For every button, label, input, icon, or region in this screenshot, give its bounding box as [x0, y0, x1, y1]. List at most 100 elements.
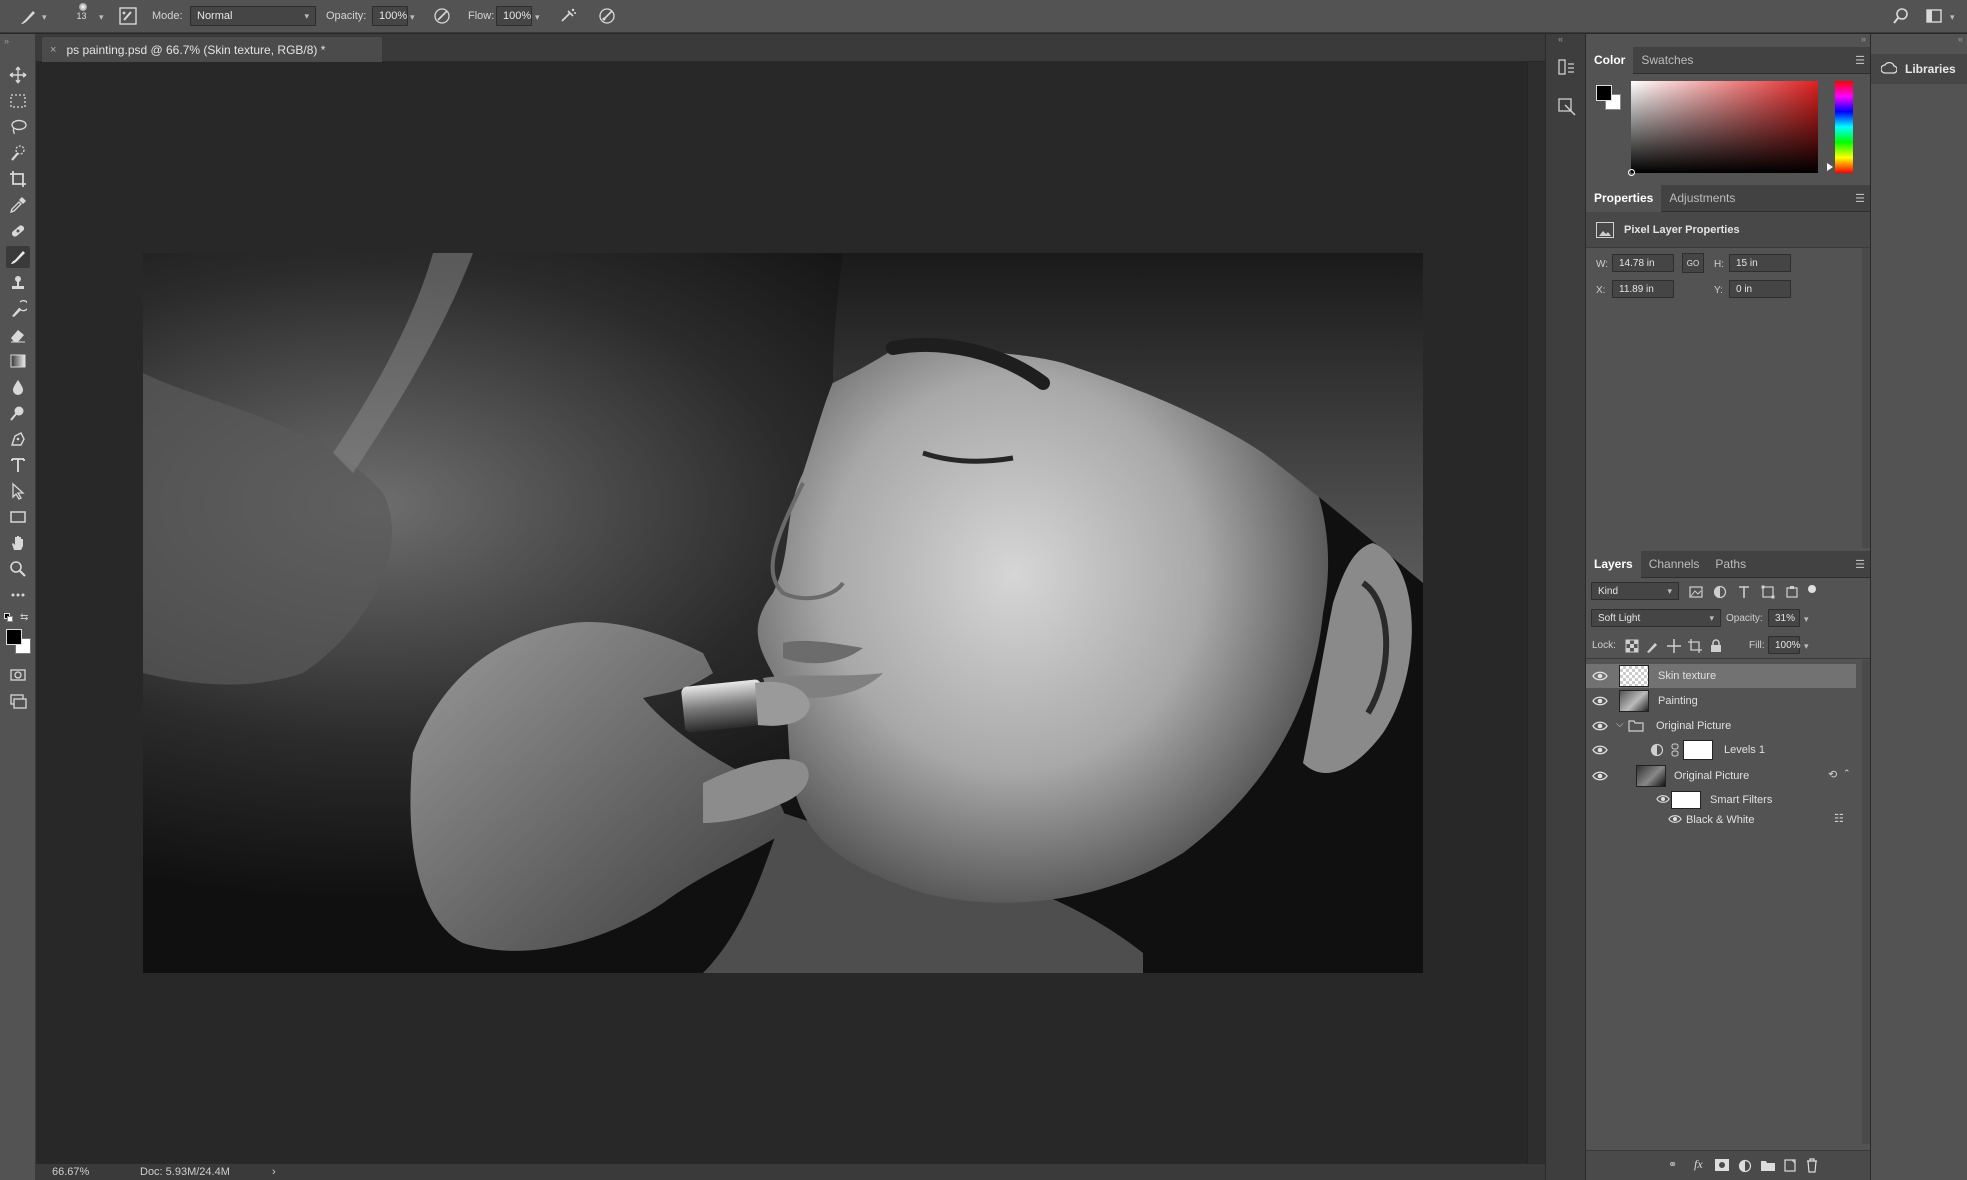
layer-row-painting[interactable]: Painting [1586, 689, 1856, 713]
panel-menu-icon[interactable]: ☰ [1855, 54, 1865, 67]
filter-pixel-icon[interactable] [1689, 585, 1703, 599]
new-layer-icon[interactable] [1783, 1158, 1797, 1175]
layers-scrollbar[interactable] [1862, 660, 1870, 1144]
tab-paths[interactable]: Paths [1707, 551, 1754, 578]
link-dimensions-button[interactable]: GO [1682, 253, 1704, 273]
properties-scrollbar[interactable] [1862, 248, 1870, 548]
close-tab-icon[interactable]: × [50, 44, 56, 56]
foreground-color-chip[interactable] [1596, 85, 1612, 101]
layer-mask-thumbnail[interactable] [1683, 740, 1713, 760]
link-layers-icon[interactable]: ⚭ [1668, 1158, 1677, 1171]
panel-menu-icon[interactable]: ☰ [1855, 192, 1865, 205]
brush-settings-panel-icon[interactable] [118, 6, 138, 26]
collapse-libraries-icon[interactable]: « [1958, 34, 1963, 44]
actions-panel-icon[interactable] [1556, 96, 1578, 118]
collapse-toolbar-icon[interactable]: » [4, 36, 9, 46]
pressure-size-icon[interactable] [597, 6, 617, 26]
quick-mask-icon[interactable] [6, 664, 30, 686]
layer-opacity-dropdown-icon[interactable]: ▾ [1804, 614, 1809, 625]
quick-selection-tool-icon[interactable] [6, 142, 30, 164]
color-field[interactable] [1628, 81, 1818, 176]
blend-mode-select[interactable]: Soft Light ▾ [1591, 609, 1721, 627]
fill-dropdown-icon[interactable]: ▾ [1804, 641, 1809, 652]
zoom-level[interactable]: 66.67% [52, 1166, 89, 1178]
airbrush-icon[interactable] [558, 6, 578, 26]
visibility-eye-icon[interactable] [1656, 792, 1672, 808]
mask-link-icon[interactable] [1671, 743, 1679, 760]
tab-channels[interactable]: Channels [1641, 551, 1708, 578]
lock-image-pixels-icon[interactable] [1646, 639, 1660, 653]
filter-shape-icon[interactable] [1761, 585, 1775, 599]
panel-menu-icon[interactable]: ☰ [1855, 558, 1865, 571]
y-input[interactable]: 0 in [1729, 280, 1791, 298]
type-tool-icon[interactable] [6, 454, 30, 476]
add-mask-icon[interactable] [1715, 1159, 1729, 1171]
filter-blending-options-icon[interactable]: ☷ [1834, 812, 1844, 825]
color-picker-cursor[interactable] [1628, 169, 1635, 176]
workspace-switcher-icon[interactable] [1926, 8, 1944, 24]
collapse-dock-icon[interactable]: » [1861, 34, 1866, 44]
document-tab[interactable]: × ps painting.psd @ 66.7% (Skin texture,… [42, 37, 382, 62]
tab-swatches[interactable]: Swatches [1633, 47, 1701, 74]
layer-opacity-input[interactable]: 31% [1768, 609, 1800, 627]
brush-size-picker[interactable]: 13 [76, 3, 87, 21]
lock-transparent-pixels-icon[interactable] [1625, 639, 1639, 653]
layer-row-skin-texture[interactable]: Skin texture [1586, 664, 1856, 688]
tab-adjustments[interactable]: Adjustments [1661, 185, 1743, 212]
opacity-input[interactable]: 100% [372, 6, 408, 26]
screen-mode-icon[interactable] [6, 690, 30, 712]
pressure-opacity-icon[interactable] [432, 6, 452, 26]
visibility-eye-icon[interactable] [1668, 812, 1684, 828]
new-adjustment-layer-icon[interactable] [1738, 1159, 1752, 1176]
dodge-tool-icon[interactable] [6, 402, 30, 424]
width-input[interactable]: 14.78 in [1612, 254, 1674, 272]
history-panel-icon[interactable] [1556, 56, 1578, 78]
eyedropper-tool-icon[interactable] [6, 194, 30, 216]
layer-row-original-picture-group[interactable]: ⌵ Original Picture [1586, 714, 1856, 738]
eraser-tool-icon[interactable] [6, 324, 30, 346]
brush-tool-icon[interactable] [6, 246, 30, 268]
height-input[interactable]: 15 in [1729, 254, 1791, 272]
swap-colors-icon[interactable]: ⇆ [20, 612, 28, 623]
healing-brush-tool-icon[interactable] [6, 220, 30, 242]
layer-filter-select[interactable]: Kind ▾ [1591, 582, 1679, 600]
filter-type-icon[interactable] [1737, 585, 1751, 599]
gradient-tool-icon[interactable] [6, 350, 30, 372]
hue-slider-handle-icon[interactable] [1827, 163, 1833, 171]
lock-position-icon[interactable] [1667, 639, 1681, 653]
new-group-icon[interactable] [1760, 1159, 1776, 1175]
collapse-effects-icon[interactable]: ⌃ [1843, 768, 1851, 779]
move-tool-icon[interactable] [6, 64, 30, 86]
crop-tool-icon[interactable] [6, 168, 30, 190]
visibility-eye-icon[interactable] [1592, 742, 1608, 758]
lock-artboard-icon[interactable] [1688, 639, 1702, 653]
lock-all-icon[interactable] [1709, 639, 1723, 653]
delete-layer-icon[interactable] [1805, 1158, 1819, 1176]
more-tools-icon[interactable] [6, 584, 30, 606]
x-input[interactable]: 11.89 in [1612, 280, 1674, 298]
tab-properties[interactable]: Properties [1586, 184, 1662, 212]
vertical-scrollbar[interactable] [1527, 62, 1545, 1163]
marquee-tool-icon[interactable] [6, 90, 30, 112]
fill-input[interactable]: 100% [1768, 636, 1801, 654]
flow-dropdown-icon[interactable]: ▾ [535, 12, 540, 23]
chevron-down-icon[interactable]: ▾ [1950, 12, 1955, 23]
mode-select[interactable]: Normal ▾ [190, 6, 316, 26]
filter-mask-thumbnail[interactable] [1671, 791, 1701, 809]
layer-row-levels-1[interactable]: Levels 1 [1586, 738, 1856, 762]
layer-row-black-white[interactable]: Black & White ☷ [1586, 808, 1856, 832]
history-brush-tool-icon[interactable] [6, 298, 30, 320]
filter-smart-object-icon[interactable] [1785, 585, 1799, 599]
chevron-down-icon[interactable]: ▾ [42, 12, 47, 23]
pen-tool-icon[interactable] [6, 428, 30, 450]
path-selection-tool-icon[interactable] [6, 480, 30, 502]
lasso-tool-icon[interactable] [6, 116, 30, 138]
hue-slider[interactable] [1835, 81, 1853, 173]
blur-tool-icon[interactable] [6, 376, 30, 398]
zoom-tool-icon[interactable] [6, 558, 30, 580]
layer-row-original-picture[interactable]: Original Picture ⟲ ⌃ [1586, 764, 1856, 788]
flow-input[interactable]: 100% [496, 6, 532, 26]
visibility-eye-icon[interactable] [1592, 693, 1608, 709]
collapse-strip-icon[interactable]: « [1558, 34, 1563, 44]
rectangle-tool-icon[interactable] [6, 506, 30, 528]
